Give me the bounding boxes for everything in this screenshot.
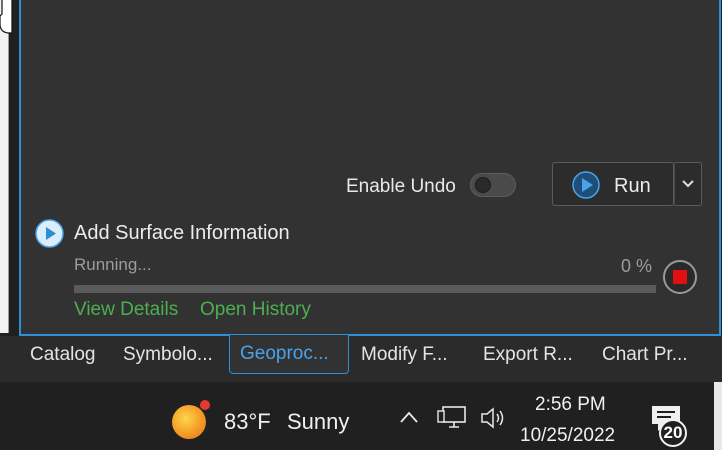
tab-modify-features[interactable]: Modify F... <box>361 344 448 366</box>
pane-tab-bar: Catalog Symbolo... Geoproc... Modify F..… <box>0 335 722 382</box>
task-status: Running... <box>74 255 152 274</box>
view-details-link[interactable]: View Details <box>74 299 178 321</box>
tab-export-raster[interactable]: Export R... <box>483 344 573 366</box>
task-title: Add Surface Information <box>74 222 290 244</box>
weather-temperature[interactable]: 83°F <box>224 409 271 435</box>
volume-icon[interactable] <box>480 406 508 430</box>
run-button-label: Run <box>614 175 651 197</box>
left-panel-edge <box>0 0 9 333</box>
weather-condition[interactable]: Sunny <box>287 409 349 435</box>
notification-count-badge: 20 <box>659 419 687 447</box>
task-percent: 0 % <box>621 256 653 276</box>
tab-geoprocessing[interactable]: Geoproc... <box>229 335 349 374</box>
weather-sun-icon[interactable] <box>170 400 214 440</box>
stop-icon <box>673 270 687 284</box>
stop-button[interactable] <box>663 260 697 294</box>
tab-chart-properties[interactable]: Chart Pr... <box>602 344 688 366</box>
hand-cursor-icon <box>0 0 13 34</box>
network-icon[interactable] <box>437 404 467 430</box>
open-history-link[interactable]: Open History <box>200 299 311 321</box>
enable-undo-toggle[interactable] <box>470 173 516 197</box>
tab-symbology[interactable]: Symbolo... <box>123 344 213 366</box>
run-options-dropdown[interactable] <box>674 162 702 206</box>
clock-date[interactable]: 10/25/2022 <box>520 425 615 447</box>
enable-undo-label: Enable Undo <box>346 176 456 197</box>
tab-catalog[interactable]: Catalog <box>30 344 96 366</box>
notification-center-button[interactable]: 20 <box>650 402 687 447</box>
chevron-down-icon <box>682 180 694 188</box>
show-desktop-edge[interactable] <box>714 382 722 450</box>
run-button[interactable]: Run <box>552 162 674 206</box>
task-progress-bar <box>74 285 656 293</box>
chevron-up-icon[interactable] <box>399 410 419 424</box>
task-running-icon <box>35 219 64 248</box>
play-icon <box>572 171 600 199</box>
windows-taskbar: 83°F Sunny 2:56 PM 10/25/2022 20 <box>0 382 722 450</box>
clock-time[interactable]: 2:56 PM <box>535 394 606 416</box>
